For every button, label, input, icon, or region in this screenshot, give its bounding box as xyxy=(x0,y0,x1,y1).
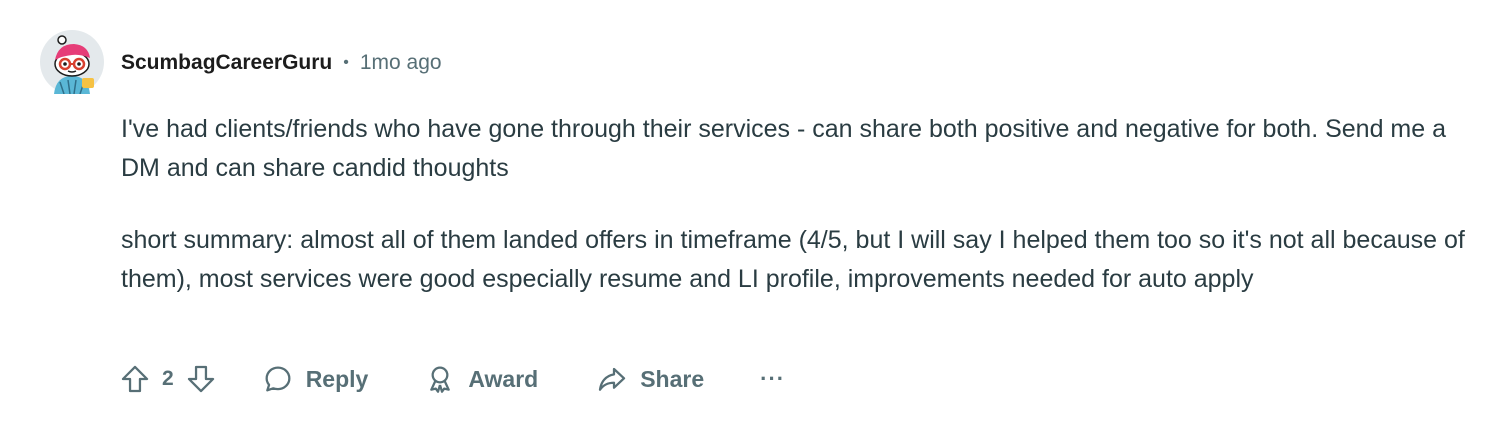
share-arrow-icon xyxy=(599,367,626,391)
meta-separator: • xyxy=(343,54,349,71)
author-name[interactable]: ScumbagCareerGuru xyxy=(121,51,332,75)
share-label: Share xyxy=(640,365,705,392)
arrow-down-icon[interactable] xyxy=(184,362,218,396)
vote-score: 2 xyxy=(162,367,174,390)
comment-body: I've had clients/friends who have gone t… xyxy=(121,110,1471,332)
comment-paragraph-1: I've had clients/friends who have gone t… xyxy=(121,115,1447,182)
reply-label: Reply xyxy=(305,365,369,392)
arrow-up-icon[interactable] xyxy=(118,362,152,396)
reply-button[interactable]: Reply xyxy=(262,363,369,395)
comment-timestamp[interactable]: 1mo ago xyxy=(360,51,442,75)
award-label: Award xyxy=(468,365,539,392)
speech-bubble-icon xyxy=(265,366,291,392)
ellipsis-icon: ··· xyxy=(760,366,786,391)
comment: ScumbagCareerGuru • 1mo ago I've had cli… xyxy=(0,0,1502,426)
comment-action-bar: 2 Reply Award Share ··· xyxy=(118,357,785,401)
comment-paragraph-2: short summary: almost all of them landed… xyxy=(121,226,1465,293)
snoo-avatar-icon xyxy=(40,30,104,95)
vote-group: 2 xyxy=(118,362,218,396)
avatar[interactable] xyxy=(40,30,104,95)
more-options-button[interactable]: ··· xyxy=(760,366,785,392)
share-button[interactable]: Share xyxy=(596,363,704,395)
award-button[interactable]: Award xyxy=(424,363,538,395)
comment-meta: ScumbagCareerGuru • 1mo ago xyxy=(121,50,442,76)
award-icon xyxy=(430,366,451,393)
